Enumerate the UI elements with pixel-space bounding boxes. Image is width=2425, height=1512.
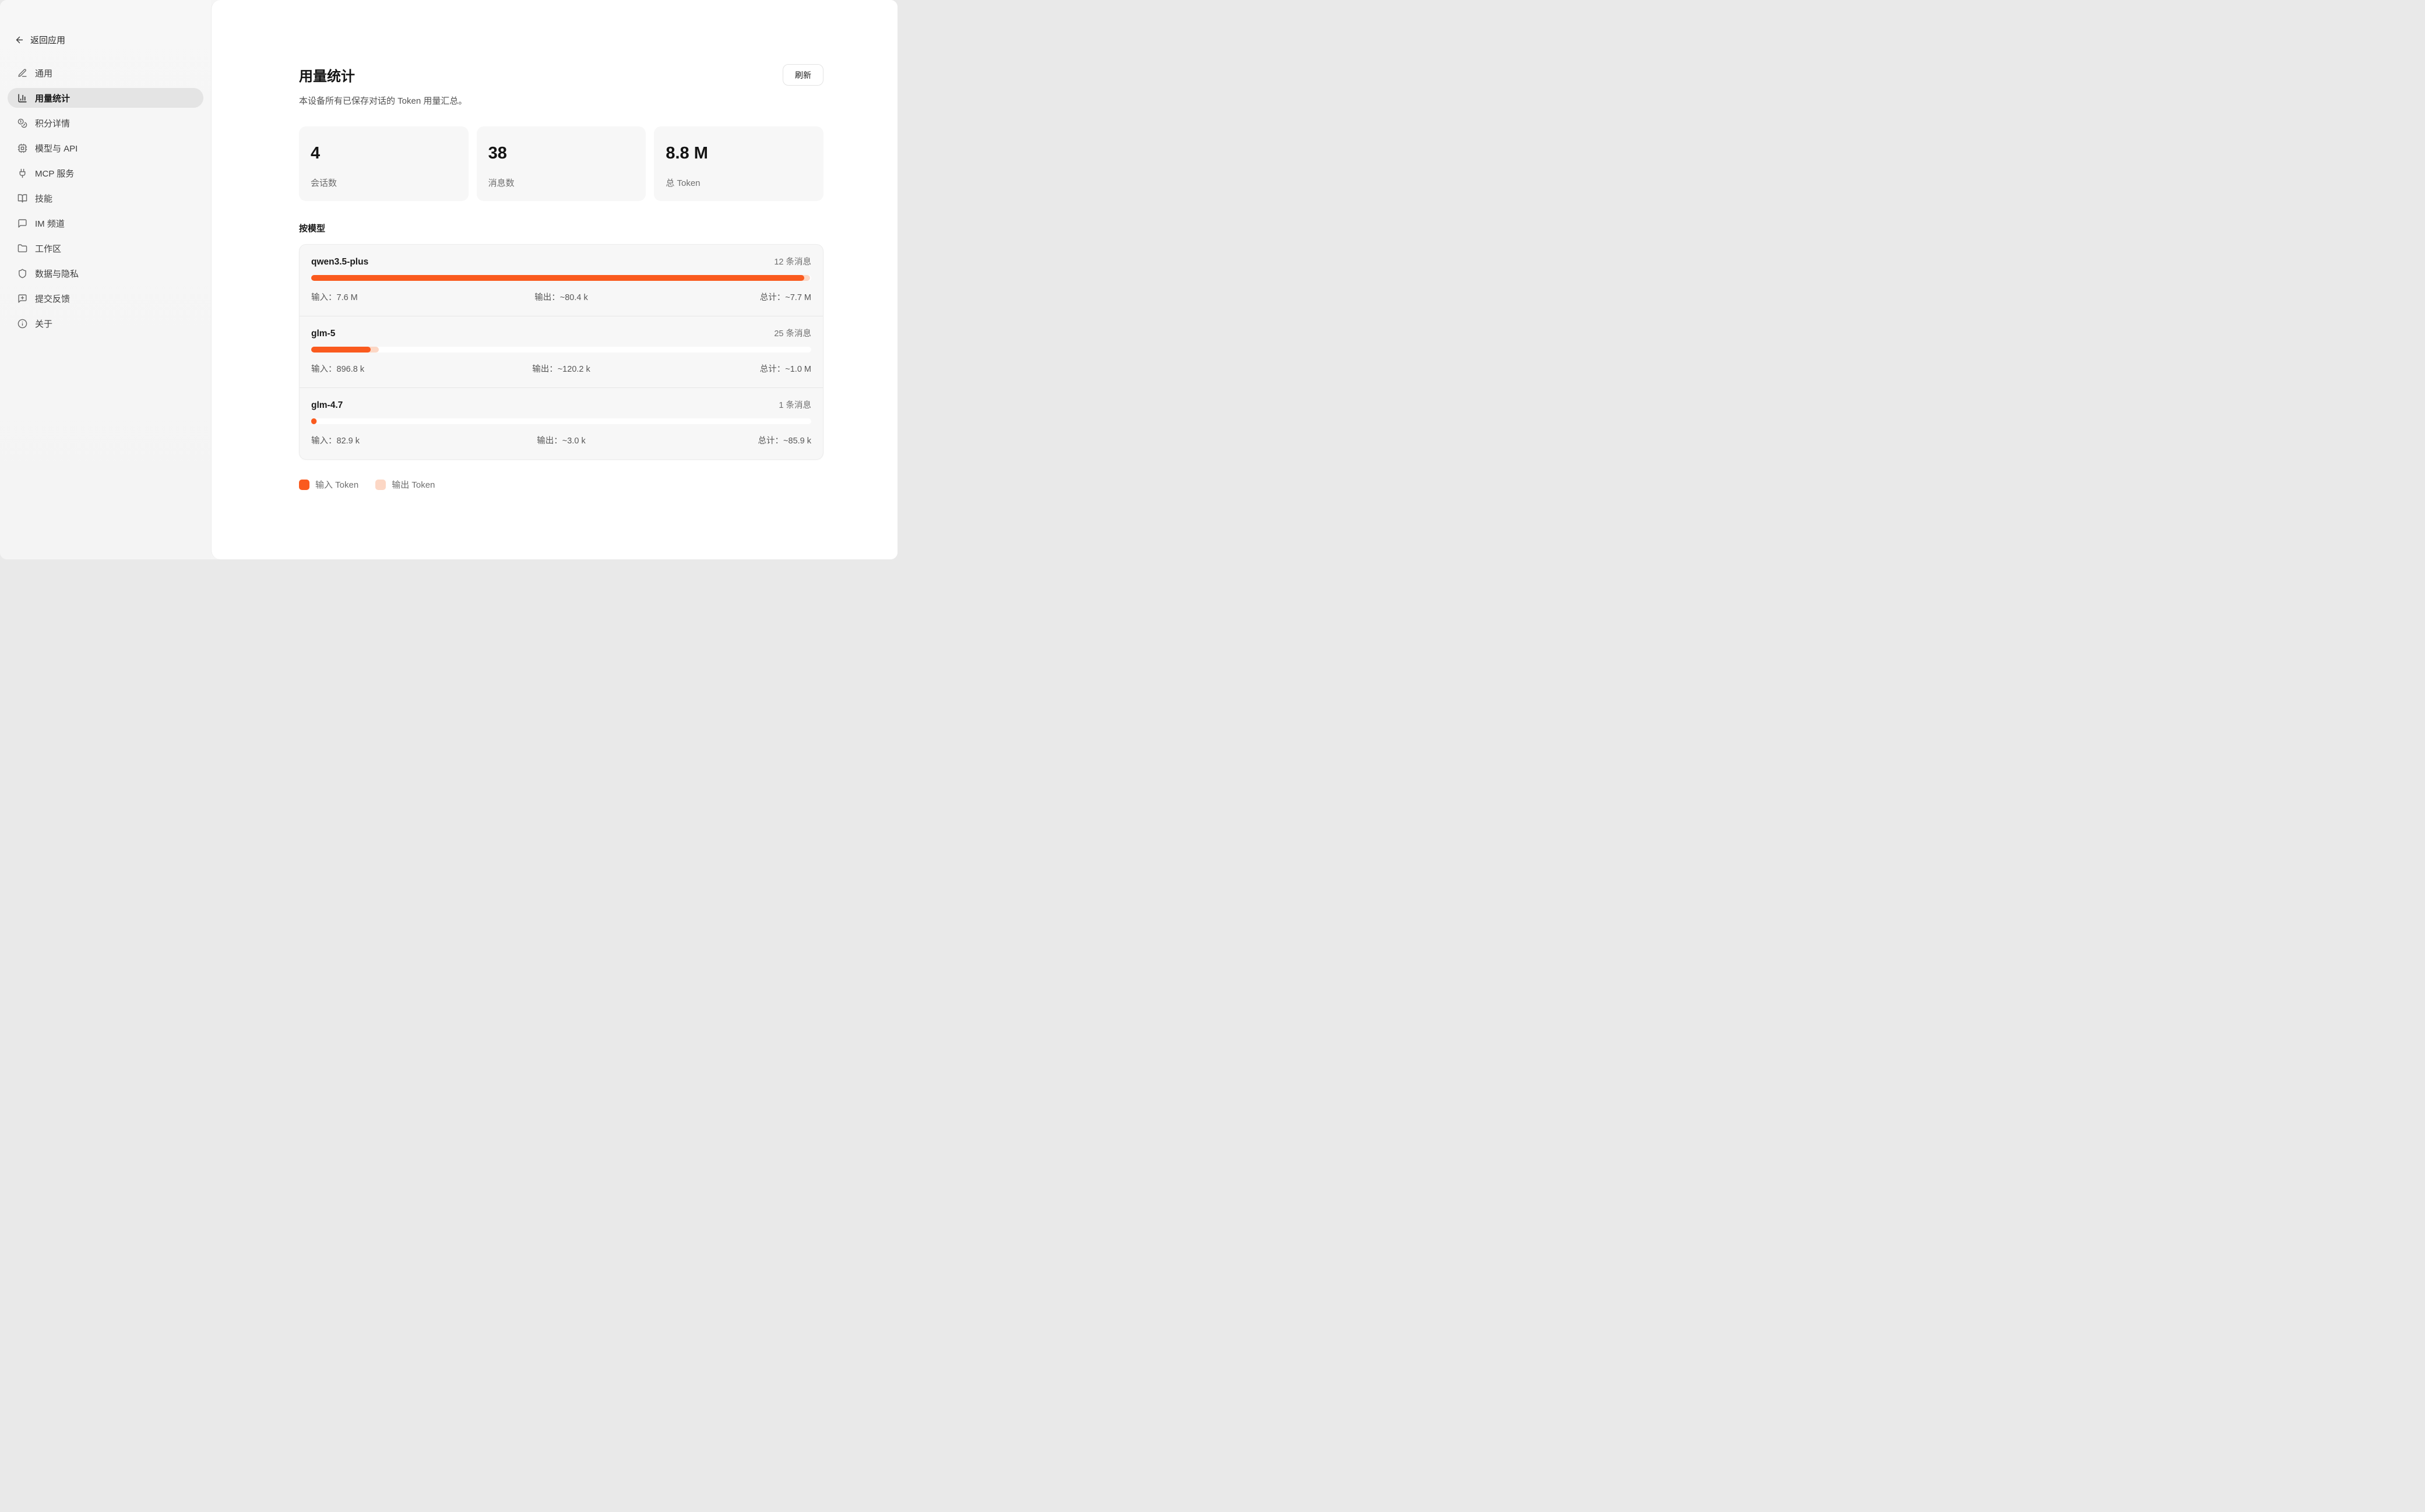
model-row-header: glm-4.7 1 条消息 xyxy=(311,399,811,411)
sidebar-item-label: 技能 xyxy=(35,192,52,205)
sidebar-item-label: 关于 xyxy=(35,318,52,330)
legend-label: 输入 Token xyxy=(315,478,358,491)
legend-item-output-token: 输出 Token xyxy=(375,478,435,491)
sidebar-item-label: 模型与 API xyxy=(35,142,78,154)
page-title: 用量统计 xyxy=(299,65,355,85)
arrow-left-icon xyxy=(15,35,24,45)
sidebar-item-usage-stats[interactable]: 用量统计 xyxy=(8,88,203,108)
model-name: qwen3.5-plus xyxy=(311,257,368,267)
model-input-stat: 输入：896.8 k xyxy=(311,362,478,375)
sidebar: 返回应用 通用 用量统计 积分详情 xyxy=(0,0,211,559)
chat-bubble-icon xyxy=(17,218,27,228)
sidebar-item-label: 数据与隐私 xyxy=(35,267,79,280)
output-token-swatch xyxy=(375,480,386,490)
cpu-icon xyxy=(17,143,27,153)
sidebar-item-label: 提交反馈 xyxy=(35,292,70,305)
model-total-stat: 总计：~7.7 M xyxy=(645,291,811,303)
stat-label: 会话数 xyxy=(311,177,457,189)
stat-card-total-tokens: 8.8 M 总 Token xyxy=(654,126,823,201)
main-panel: 用量统计 刷新 本设备所有已保存对话的 Token 用量汇总。 4 会话数 38… xyxy=(211,0,898,559)
stats-cards: 4 会话数 38 消息数 8.8 M 总 Token xyxy=(299,126,823,201)
model-stats-row: 输入：7.6 M 输出：~80.4 k 总计：~7.7 M xyxy=(311,291,811,303)
sidebar-item-label: MCP 服务 xyxy=(35,167,74,179)
model-row-header: glm-5 25 条消息 xyxy=(311,327,811,339)
models-usage-card: qwen3.5-plus 12 条消息 输入：7.6 M 输出：~80.4 k … xyxy=(299,244,823,460)
section-title-by-model: 按模型 xyxy=(299,222,823,234)
model-row-qwen3-5-plus: qwen3.5-plus 12 条消息 输入：7.6 M 输出：~80.4 k … xyxy=(300,245,823,316)
model-row-glm-5: glm-5 25 条消息 输入：896.8 k 输出：~120.2 k 总计：~… xyxy=(300,316,823,387)
plug-icon xyxy=(17,168,27,178)
input-token-bar-fill xyxy=(311,418,316,424)
usage-bar xyxy=(311,418,811,424)
model-input-stat: 输入：7.6 M xyxy=(311,291,478,303)
model-total-stat: 总计：~1.0 M xyxy=(645,362,811,375)
page-header: 用量统计 刷新 xyxy=(299,64,823,86)
stat-value: 8.8 M xyxy=(666,144,812,163)
model-name: glm-4.7 xyxy=(311,400,343,411)
sidebar-item-label: 积分详情 xyxy=(35,117,70,129)
book-open-icon xyxy=(17,193,27,203)
model-row-header: qwen3.5-plus 12 条消息 xyxy=(311,255,811,267)
model-output-stat: 输出：~3.0 k xyxy=(478,434,645,446)
input-token-bar-fill xyxy=(311,275,804,281)
model-output-stat: 输出：~80.4 k xyxy=(478,291,645,303)
sidebar-item-label: 通用 xyxy=(35,67,52,79)
legend-label: 输出 Token xyxy=(392,478,435,491)
input-token-swatch xyxy=(299,480,309,490)
sidebar-item-credits[interactable]: 积分详情 xyxy=(8,113,203,133)
folder-icon xyxy=(17,244,27,253)
sidebar-item-feedback[interactable]: 提交反馈 xyxy=(8,288,203,308)
sidebar-item-about[interactable]: 关于 xyxy=(8,313,203,333)
model-stats-row: 输入：82.9 k 输出：~3.0 k 总计：~85.9 k xyxy=(311,434,811,446)
model-output-stat: 输出：~120.2 k xyxy=(478,362,645,375)
input-token-bar-fill xyxy=(311,347,371,353)
refresh-button[interactable]: 刷新 xyxy=(783,64,823,86)
sidebar-item-general[interactable]: 通用 xyxy=(8,63,203,83)
sidebar-item-workspace[interactable]: 工作区 xyxy=(8,238,203,258)
bar-chart-icon xyxy=(17,93,27,103)
usage-stats-page: 用量统计 刷新 本设备所有已保存对话的 Token 用量汇总。 4 会话数 38… xyxy=(299,0,823,491)
info-icon xyxy=(17,319,27,329)
coins-icon xyxy=(17,118,27,128)
stat-value: 38 xyxy=(488,144,635,163)
stat-value: 4 xyxy=(311,144,457,163)
back-to-app-button[interactable]: 返回应用 xyxy=(8,34,203,46)
token-legend: 输入 Token 输出 Token xyxy=(299,478,823,491)
pen-icon xyxy=(17,68,27,78)
model-row-glm-4-7: glm-4.7 1 条消息 输入：82.9 k 输出：~3.0 k 总计：~85… xyxy=(300,387,823,459)
usage-bar xyxy=(311,275,811,281)
model-message-count: 12 条消息 xyxy=(774,255,811,267)
model-message-count: 1 条消息 xyxy=(779,399,811,411)
model-name: glm-5 xyxy=(311,329,335,339)
sidebar-item-models-api[interactable]: 模型与 API xyxy=(8,138,203,158)
legend-item-input-token: 输入 Token xyxy=(299,478,358,491)
page-subtitle: 本设备所有已保存对话的 Token 用量汇总。 xyxy=(299,94,823,107)
stat-label: 消息数 xyxy=(488,177,635,189)
model-message-count: 25 条消息 xyxy=(774,327,811,339)
shield-icon xyxy=(17,269,27,279)
stat-card-messages: 38 消息数 xyxy=(477,126,646,201)
stat-label: 总 Token xyxy=(666,177,812,189)
feedback-plus-icon xyxy=(17,294,27,304)
model-total-stat: 总计：~85.9 k xyxy=(645,434,811,446)
back-label: 返回应用 xyxy=(30,34,65,46)
app-window: 返回应用 通用 用量统计 积分详情 xyxy=(0,0,898,559)
model-input-stat: 输入：82.9 k xyxy=(311,434,478,446)
stat-card-sessions: 4 会话数 xyxy=(299,126,469,201)
sidebar-item-label: IM 频道 xyxy=(35,217,65,230)
model-stats-row: 输入：896.8 k 输出：~120.2 k 总计：~1.0 M xyxy=(311,362,811,375)
usage-bar xyxy=(311,347,811,353)
sidebar-item-mcp[interactable]: MCP 服务 xyxy=(8,163,203,183)
sidebar-nav: 通用 用量统计 积分详情 模型与 API xyxy=(8,63,203,339)
sidebar-item-skills[interactable]: 技能 xyxy=(8,188,203,208)
sidebar-item-privacy[interactable]: 数据与隐私 xyxy=(8,263,203,283)
sidebar-item-label: 工作区 xyxy=(35,242,61,255)
sidebar-item-label: 用量统计 xyxy=(35,92,70,104)
sidebar-item-im-channels[interactable]: IM 频道 xyxy=(8,213,203,233)
